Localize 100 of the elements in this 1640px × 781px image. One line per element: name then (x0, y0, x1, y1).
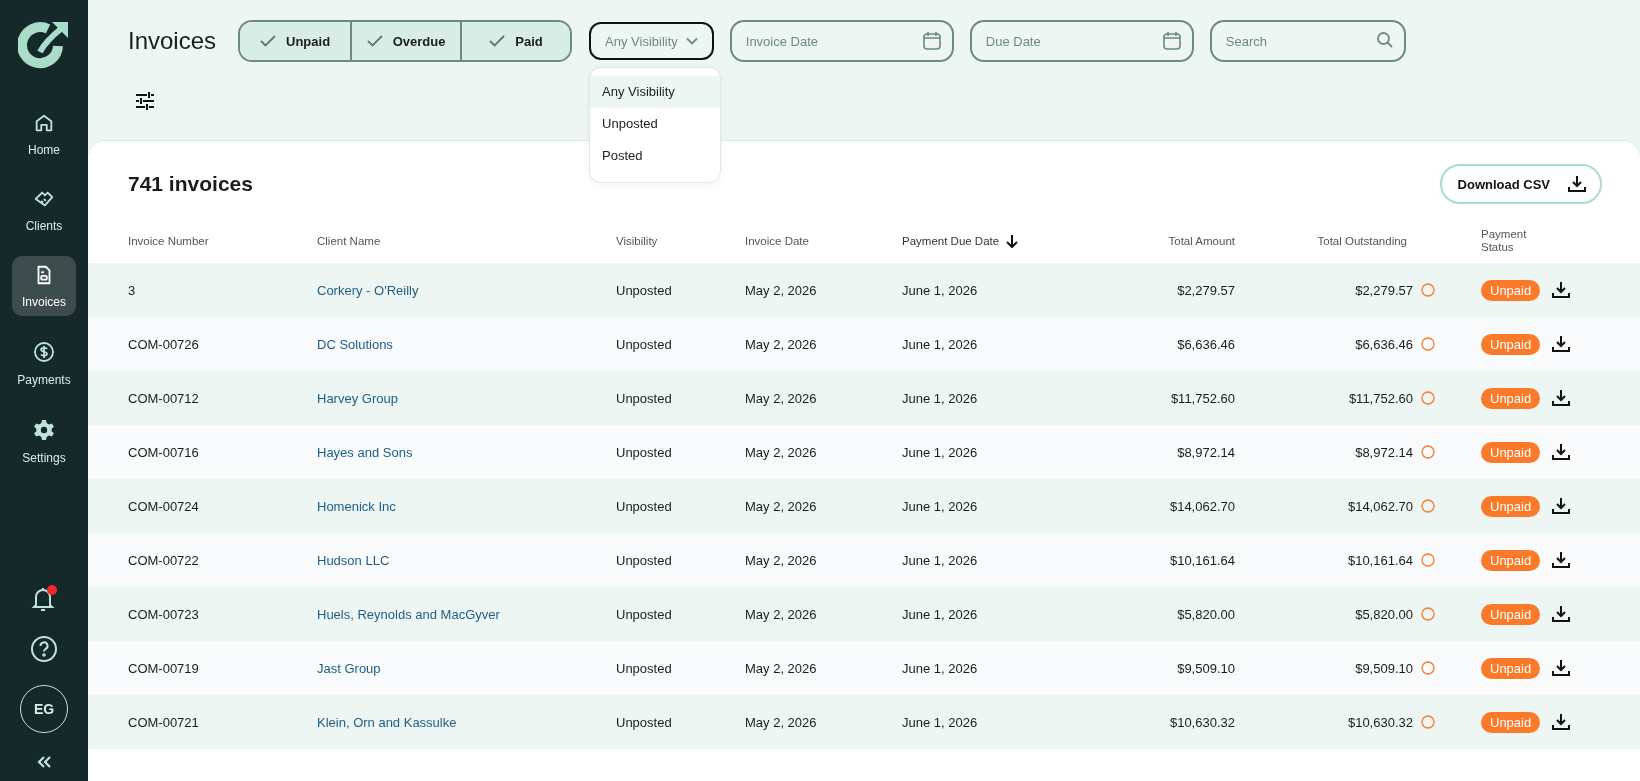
column-header: Payment Status (1481, 228, 1528, 254)
table-cell: $8,972.14 (1355, 444, 1413, 460)
table-cell: COM-00712 (128, 390, 199, 406)
status-badge: Unpaid (1481, 657, 1541, 679)
table-cell: Unposted (616, 552, 672, 568)
gear-icon (32, 418, 56, 442)
dropdown-option[interactable]: Posted (590, 140, 721, 172)
download-icon[interactable] (1552, 551, 1570, 569)
page-title: Invoices (128, 27, 217, 55)
dropdown-option[interactable]: Unposted (590, 108, 721, 140)
status-badge: Unpaid (1481, 441, 1541, 463)
table-cell: $6,636.46 (1177, 336, 1235, 352)
notification-button[interactable] (31, 585, 57, 613)
download-icon[interactable] (1552, 281, 1570, 299)
table-cell: $14,062.70 (1347, 498, 1413, 514)
nav-item[interactable]: Home (12, 104, 76, 164)
calendar-icon (921, 31, 942, 51)
download-icon[interactable] (1552, 389, 1570, 407)
invoice-date-field[interactable]: Invoice Date (729, 20, 954, 62)
table-cell: $11,752.60 (1170, 390, 1235, 406)
download-icon (1568, 175, 1586, 193)
download-icon[interactable] (1552, 335, 1570, 353)
status-badge: Unpaid (1481, 495, 1541, 517)
table-cell: Unposted (616, 714, 672, 730)
table-cell: June 1, 2026 (902, 498, 978, 514)
dollar-icon (32, 340, 56, 364)
column-header: Client Name (317, 234, 381, 248)
status-filter-toggle[interactable]: Unpaid (240, 22, 351, 60)
calendar-icon (1161, 31, 1182, 51)
table-cell: May 2, 2026 (745, 390, 817, 406)
table-cell: $14,062.70 (1169, 498, 1235, 514)
table-cell: $6,636.46 (1355, 336, 1413, 352)
download-icon[interactable] (1552, 605, 1570, 623)
status-filter-toggle[interactable]: Overdue (350, 22, 461, 60)
status-badge: Unpaid (1481, 279, 1541, 301)
client-link[interactable]: Homenick Inc (317, 498, 396, 514)
download-icon[interactable] (1552, 443, 1570, 461)
table-cell: Unposted (616, 282, 672, 298)
column-header: Total Outstanding (1317, 234, 1407, 248)
invoice-count: 741 invoices (128, 172, 253, 196)
nav-item[interactable]: Settings (12, 410, 76, 472)
chevron-down-icon (685, 37, 698, 45)
download-icon[interactable] (1552, 713, 1570, 731)
search-icon (1375, 31, 1394, 49)
table-cell: June 1, 2026 (902, 336, 978, 352)
table-cell: $9,509.10 (1177, 660, 1235, 676)
client-link[interactable]: Klein, Orn and Kassulke (317, 714, 457, 730)
table-cell: June 1, 2026 (902, 606, 978, 622)
dropdown-option[interactable]: Any Visibility (590, 76, 721, 108)
table-cell: $2,279.57 (1177, 282, 1235, 298)
client-link[interactable]: Jast Group (317, 660, 381, 676)
table-cell: June 1, 2026 (902, 714, 978, 730)
status-filter-toggle[interactable]: Paid (460, 22, 571, 60)
table-cell: June 1, 2026 (902, 552, 978, 568)
table-cell: COM-00723 (128, 606, 199, 622)
table-cell: COM-00716 (128, 444, 199, 460)
download-csv-button[interactable]: Download CSV (1439, 164, 1602, 204)
sort-arrow-icon[interactable] (1005, 234, 1020, 248)
status-badge: Unpaid (1481, 549, 1541, 571)
collapse-icon[interactable] (36, 755, 52, 769)
status-ring-icon (1421, 553, 1435, 567)
table-cell: $10,161.64 (1347, 552, 1413, 568)
filter-settings-icon[interactable] (135, 92, 155, 110)
download-icon[interactable] (1552, 497, 1570, 515)
table-cell: $2,279.57 (1355, 282, 1413, 298)
search-field[interactable]: Search (1209, 20, 1406, 62)
table-cell: June 1, 2026 (902, 390, 978, 406)
nav-item[interactable]: Payments (12, 332, 76, 394)
table-cell: June 1, 2026 (902, 660, 978, 676)
due-date-field[interactable]: Due Date (969, 20, 1194, 62)
column-header: Invoice Number (128, 234, 209, 248)
table-cell: May 2, 2026 (745, 498, 817, 514)
nav-item[interactable]: Clients (12, 180, 76, 240)
column-header: Total Amount (1168, 234, 1235, 248)
table-cell: May 2, 2026 (745, 444, 817, 460)
table-cell: Unposted (616, 390, 672, 406)
column-header[interactable]: Payment Due Date (902, 234, 1000, 248)
client-link[interactable]: Harvey Group (317, 390, 398, 406)
table-cell: $5,820.00 (1177, 606, 1235, 622)
table-cell: COM-00726 (128, 336, 199, 352)
client-link[interactable]: Hudson LLC (317, 552, 390, 568)
visibility-dropdown[interactable]: Any Visibility (589, 22, 714, 60)
check-icon (489, 35, 506, 47)
status-badge: Unpaid (1481, 711, 1541, 733)
client-link[interactable]: Corkery - O'Reilly (317, 282, 419, 298)
nav-item[interactable]: Invoices (12, 256, 76, 316)
table-cell: $10,630.32 (1347, 714, 1413, 730)
table-cell: June 1, 2026 (902, 444, 978, 460)
client-link[interactable]: Hayes and Sons (317, 444, 413, 460)
status-ring-icon (1421, 283, 1435, 297)
table-cell: May 2, 2026 (745, 660, 817, 676)
table-cell: $5,820.00 (1355, 606, 1413, 622)
help-icon[interactable] (30, 635, 58, 663)
table-cell: COM-00721 (128, 714, 199, 730)
client-link[interactable]: Huels, Reynolds and MacGyver (317, 606, 500, 622)
status-badge: Unpaid (1481, 387, 1541, 409)
download-icon[interactable] (1552, 659, 1570, 677)
client-link[interactable]: DC Solutions (317, 336, 393, 352)
table-cell: May 2, 2026 (745, 552, 817, 568)
table-cell: May 2, 2026 (745, 336, 817, 352)
